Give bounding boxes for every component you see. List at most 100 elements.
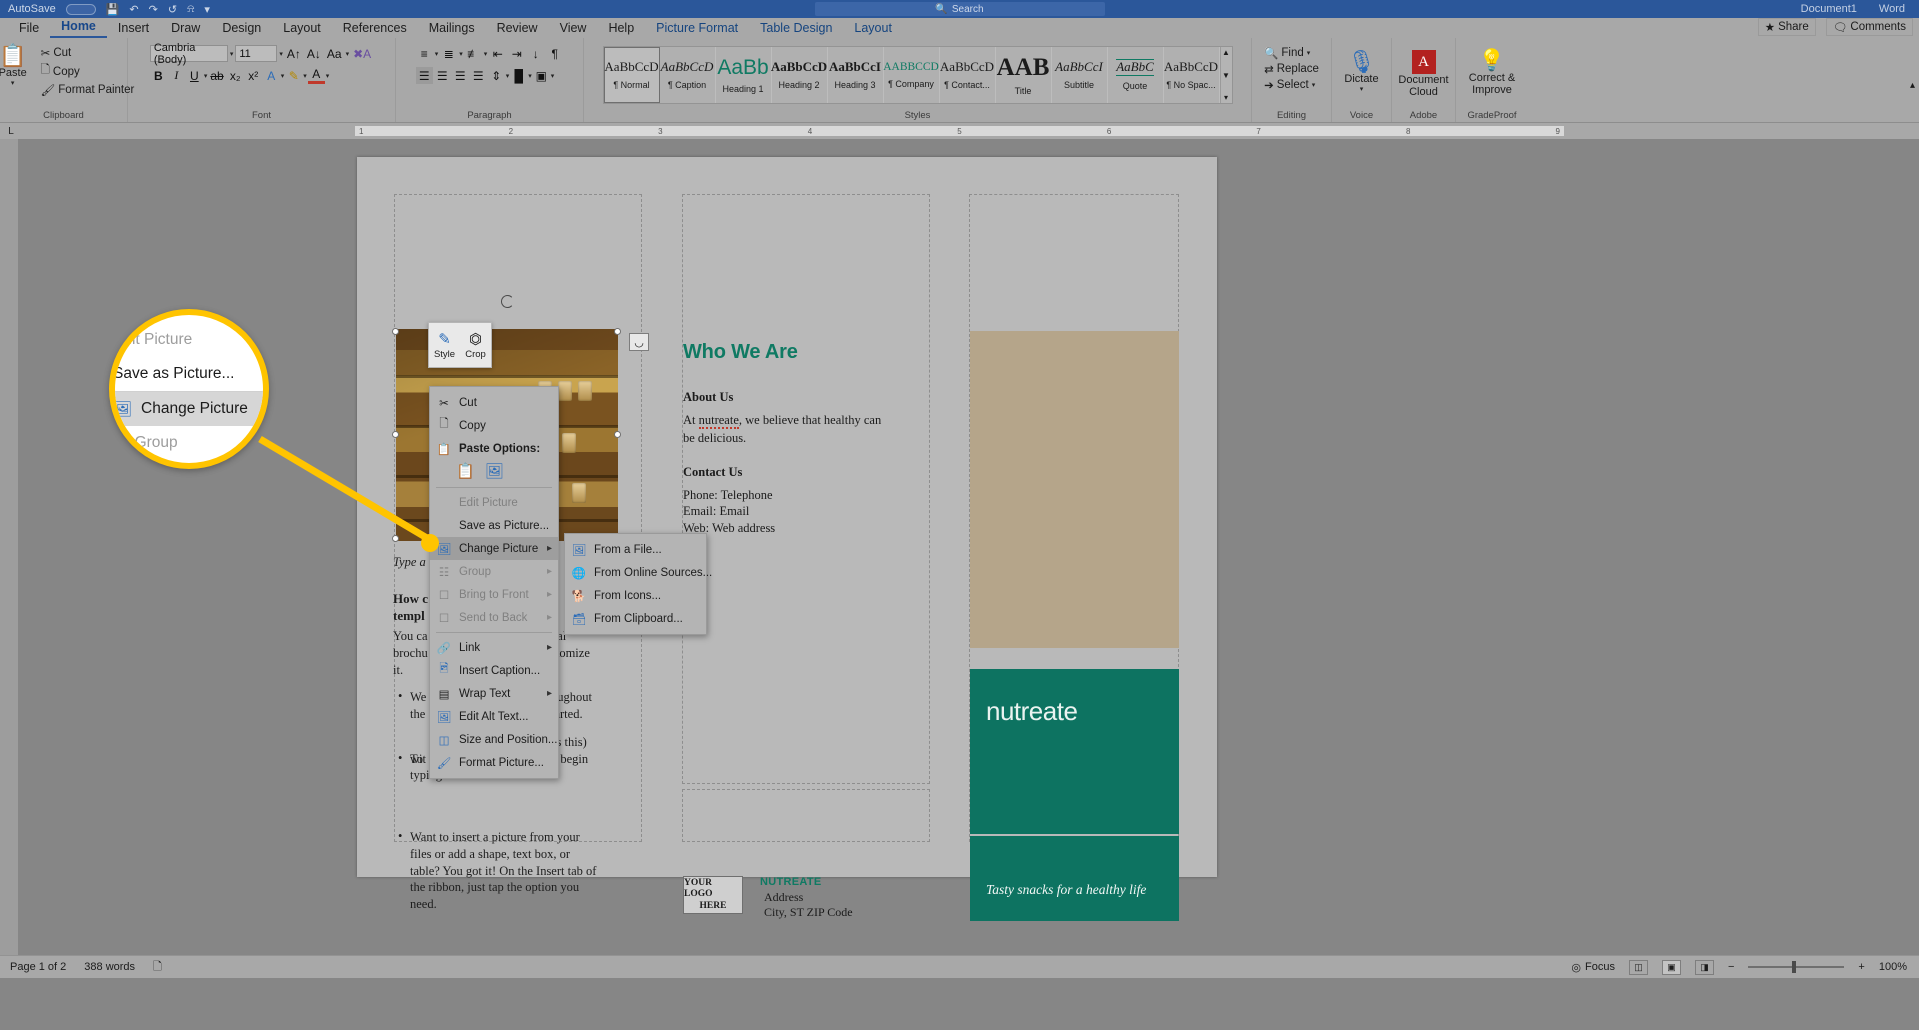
style-company[interactable]: AABBCCD ¶ Company [884,47,940,103]
zoom-out-button[interactable]: − [1728,961,1734,973]
submenu-item-from-a-file[interactable]: 🖼 From a File... [565,538,706,561]
correct-improve-button[interactable]: 💡 Correct & Improve [1461,48,1523,98]
brand-panel[interactable]: nutreate [970,669,1179,834]
style-subtitle[interactable]: AaBbCcI Subtitle [1052,47,1108,103]
scroll-up-icon[interactable]: ▲ [1222,48,1230,57]
tab-help[interactable]: Help [597,19,645,38]
justify-icon[interactable]: ☰ [470,67,487,84]
scroll-down-icon[interactable]: ▼ [1222,71,1230,80]
dictate-button[interactable]: 🎙 Dictate ▾ [1339,48,1385,95]
font-size-input[interactable]: 11 [235,45,277,62]
compare-icon[interactable]: ⍾ [187,3,194,16]
chevron-down-icon[interactable]: ▾ [11,79,15,87]
tab-file[interactable]: File [8,19,50,38]
tab-review[interactable]: Review [486,19,549,38]
submenu-item-from-clipboard[interactable]: 🗃 From Clipboard... [565,607,706,630]
tab-references[interactable]: References [332,19,418,38]
style-no-spacing[interactable]: AaBbCcD ¶ No Spac... [1164,47,1220,103]
style-caption[interactable]: AaBbCcD ¶ Caption [660,47,716,103]
submenu-item-from-online-sources[interactable]: 🌐 From Online Sources... [565,561,706,584]
align-right-icon[interactable]: ☰ [452,67,469,84]
multilevel-chevron-down-icon[interactable]: ▾ [484,50,488,58]
context-item-format-picture[interactable]: 🖌 Format Picture... [430,751,558,774]
replace-button[interactable]: ⇄ Replace [1260,61,1323,77]
web-layout-icon[interactable]: ◨ [1695,960,1714,975]
tab-design[interactable]: Design [211,19,272,38]
horizontal-ruler[interactable]: 1 2 3 4 5 6 7 8 9 [355,126,1564,136]
font-color-icon[interactable]: A [308,67,325,84]
styles-gallery-scrollbar[interactable]: ▲ ▼ ▾ [1220,47,1232,103]
tab-home[interactable]: Home [50,17,107,38]
style-quote[interactable]: AaBbC Quote [1108,47,1164,103]
document-cloud-button[interactable]: A Document Cloud [1395,48,1453,100]
find-button[interactable]: 🔍 Find ▾ [1260,45,1323,61]
tagline-panel[interactable]: Tasty snacks for a healthy life [970,836,1179,921]
style-heading-2[interactable]: AaBbCcD Heading 2 [772,47,828,103]
shrink-font-icon[interactable]: A↓ [305,45,323,62]
copy-button[interactable]: 🗋 Copy [37,61,139,82]
text-effects-chevron-down-icon[interactable]: ▾ [281,72,285,80]
font-name-input[interactable]: Cambria (Body) [150,45,228,62]
underline-chevron-down-icon[interactable]: ▾ [204,72,208,80]
repeat-icon[interactable]: ↺ [168,3,177,16]
borders-icon[interactable]: ▣ [533,67,550,84]
bullets-chevron-down-icon[interactable]: ▾ [435,50,439,58]
font-name-chevron-down-icon[interactable]: ▾ [230,50,234,58]
superscript-icon[interactable]: x² [245,67,262,84]
format-painter-button[interactable]: 🖌 Format Painter [37,82,139,98]
line-spacing-chevron-down-icon[interactable]: ▾ [506,72,510,80]
tab-picture-format[interactable]: Picture Format [645,19,749,38]
change-case-chevron-down-icon[interactable]: ▾ [346,50,350,58]
font-color-chevron-down-icon[interactable]: ▾ [326,72,330,80]
sort-icon[interactable]: ↓ [527,45,544,62]
decrease-indent-icon[interactable]: ⇤ [489,45,506,62]
save-icon[interactable]: 💾 [106,3,120,16]
share-button[interactable]: ★ Share [1758,18,1816,36]
align-left-icon[interactable]: ☰ [416,67,433,84]
style-contact[interactable]: AaBbCcD ¶ Contact... [940,47,996,103]
word-count[interactable]: 388 words [84,961,135,973]
selection-handle-mr[interactable] [614,431,621,438]
selection-handle-tr[interactable] [614,328,621,335]
align-center-icon[interactable]: ☰ [434,67,451,84]
style-heading-1[interactable]: AaBb Heading 1 [716,47,772,103]
redo-icon[interactable]: ↷ [149,3,158,16]
proofing-icon[interactable]: 🗋 [153,958,162,977]
change-picture-submenu[interactable]: 🖼 From a File... 🌐 From Online Sources..… [564,533,707,635]
read-mode-icon[interactable]: ◫ [1629,960,1648,975]
autosave-toggle[interactable] [66,4,96,15]
shading-chevron-down-icon[interactable]: ▾ [528,72,532,80]
zoom-in-button[interactable]: + [1858,961,1864,973]
select-chevron-down-icon[interactable]: ▾ [1312,81,1316,89]
line-spacing-icon[interactable]: ⇕ [488,67,505,84]
subscript-icon[interactable]: x₂ [227,67,244,84]
collapse-ribbon-icon[interactable]: ▴ [1910,80,1915,91]
borders-chevron-down-icon[interactable]: ▾ [551,72,555,80]
logo-placeholder[interactable]: YOUR LOGO HERE [683,876,743,914]
show-formatting-marks-icon[interactable]: ¶ [546,45,563,62]
shading-icon[interactable]: █ [510,67,527,84]
tab-table-design[interactable]: Table Design [749,19,843,38]
strikethrough-icon[interactable]: ab [208,67,225,84]
numbering-icon[interactable]: ≣ [440,45,457,62]
tab-stop-selector[interactable]: L [0,126,22,137]
style-title[interactable]: AAB Title [996,47,1052,103]
tab-mailings[interactable]: Mailings [418,19,486,38]
layout-options-button[interactable]: ◡ [629,333,649,351]
select-button[interactable]: ➔ Select ▾ [1260,77,1323,93]
text-highlight-icon[interactable]: ✎ [285,67,302,84]
tab-draw[interactable]: Draw [160,19,211,38]
style-heading-3[interactable]: AaBbCcI Heading 3 [828,47,884,103]
zoom-slider[interactable] [1748,966,1844,968]
find-chevron-down-icon[interactable]: ▾ [1307,49,1311,57]
submenu-item-from-icons[interactable]: 🐕 From Icons... [565,584,706,607]
paste-button[interactable]: 📋 Paste ▾ [0,43,37,89]
style-normal[interactable]: AaBbCcD ¶ Normal [604,47,660,103]
print-layout-icon[interactable]: ▣ [1662,960,1681,975]
bold-icon[interactable]: B [150,67,167,84]
focus-button[interactable]: ◎ Focus [1571,961,1615,974]
bullets-icon[interactable]: ≡ [416,45,433,62]
clear-formatting-icon[interactable]: ✖A [351,45,373,62]
context-item-size-and-position[interactable]: ◫ Size and Position... [430,728,558,751]
styles-gallery[interactable]: AaBbCcD ¶ Normal AaBbCcD ¶ Caption AaBb … [603,46,1233,104]
